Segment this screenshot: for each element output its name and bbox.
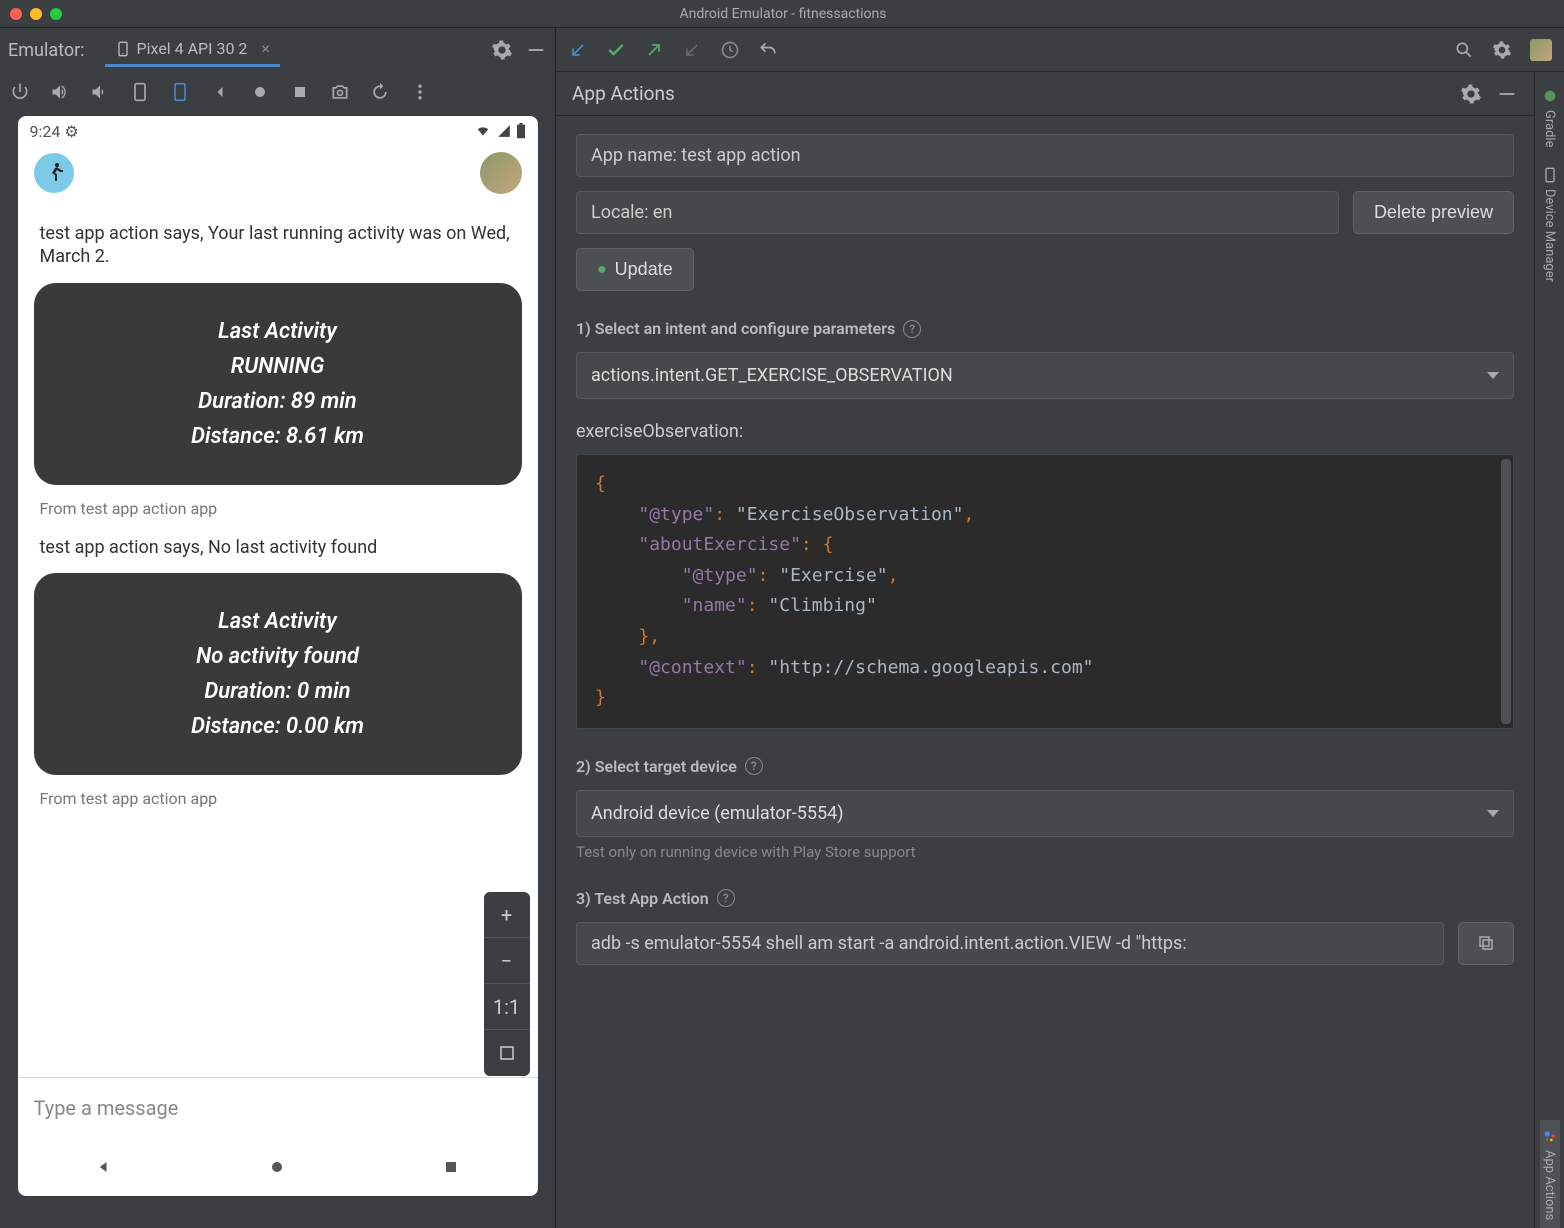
- intent-select[interactable]: actions.intent.GET_EXERCISE_OBSERVATION: [576, 352, 1514, 399]
- window-titlebar: Android Emulator - fitnessactions: [0, 0, 1564, 28]
- activity-card-2: Last Activity No activity found Duration…: [34, 573, 522, 775]
- volume-down-icon[interactable]: [90, 82, 110, 102]
- gradle-icon: [1542, 88, 1558, 104]
- card-distance: Distance: 0.00 km: [52, 714, 504, 739]
- app-actions-panel: App Actions App name: test app action Lo…: [556, 72, 1534, 1228]
- from-app-2: From test app action app: [40, 789, 516, 808]
- emulator-tab[interactable]: Pixel 4 API 30 2 ×: [105, 33, 280, 67]
- history-icon[interactable]: [370, 82, 390, 102]
- card-title: Last Activity: [52, 319, 504, 344]
- battery-icon: [516, 123, 526, 139]
- card-duration: Duration: 0 min: [52, 679, 504, 704]
- runner-icon: [42, 161, 66, 185]
- assistant-text-2: test app action says, No last activity f…: [40, 536, 516, 559]
- panel-title: App Actions: [572, 82, 675, 105]
- rotate-left-icon[interactable]: [130, 82, 150, 102]
- card-distance: Distance: 8.61 km: [52, 424, 504, 449]
- delete-preview-button[interactable]: Delete preview: [1353, 191, 1514, 234]
- zoom-in-button[interactable]: +: [484, 892, 530, 938]
- close-tab-icon[interactable]: ×: [261, 39, 270, 58]
- settings-icon[interactable]: [1492, 40, 1512, 60]
- emulator-toolbar: [0, 72, 555, 112]
- app-icon[interactable]: [34, 153, 74, 193]
- arrow-down-left-icon[interactable]: [568, 40, 588, 60]
- gear-icon[interactable]: [491, 39, 513, 61]
- rail-device-manager[interactable]: Device Manager: [1540, 159, 1560, 290]
- update-button[interactable]: ● Update: [576, 248, 694, 291]
- from-app-1: From test app action app: [40, 499, 516, 518]
- message-input[interactable]: Type a message: [18, 1077, 538, 1138]
- step-3-label: 3) Test App Action ?: [576, 889, 1514, 908]
- chevron-down-icon: [1487, 810, 1499, 817]
- search-icon[interactable]: [1454, 40, 1474, 60]
- side-rail: Gradle Device Manager App Actions: [1534, 72, 1564, 1228]
- rotate-right-icon[interactable]: [170, 82, 190, 102]
- copy-button[interactable]: [1458, 922, 1514, 965]
- emulator-tab-label: Pixel 4 API 30 2: [137, 39, 248, 58]
- copy-icon: [1477, 934, 1495, 952]
- rail-app-actions[interactable]: App Actions: [1540, 1120, 1560, 1228]
- record-icon[interactable]: [250, 82, 270, 102]
- arrow-down-dim-icon: [682, 40, 702, 60]
- activity-card-1: Last Activity RUNNING Duration: 89 min D…: [34, 283, 522, 485]
- camera-icon[interactable]: [330, 82, 350, 102]
- chevron-down-icon: [1487, 372, 1499, 379]
- app-name-input[interactable]: App name: test app action: [576, 134, 1514, 177]
- ide-toolbar: [556, 28, 1564, 72]
- status-bar: 9:24 ⚙: [18, 116, 538, 146]
- profile-avatar[interactable]: [1530, 39, 1552, 61]
- card-duration: Duration: 89 min: [52, 389, 504, 414]
- step-2-label: 2) Select target device ?: [576, 757, 1514, 776]
- arrow-up-right-icon[interactable]: [644, 40, 664, 60]
- step-1-label: 1) Select an intent and configure parame…: [576, 319, 1514, 338]
- locale-input[interactable]: Locale: en: [576, 191, 1339, 234]
- rail-gradle[interactable]: Gradle: [1540, 80, 1560, 155]
- clock-icon[interactable]: [720, 40, 740, 60]
- wifi-icon: [474, 124, 492, 138]
- phone-nav: [18, 1138, 538, 1196]
- json-editor[interactable]: { "@type": "ExerciseObservation", "about…: [576, 454, 1514, 729]
- check-icon: ●: [597, 261, 607, 279]
- scrollbar[interactable]: [1501, 459, 1511, 724]
- avatar[interactable]: [480, 152, 522, 194]
- zoom-controls: + − 1:1: [484, 892, 530, 1076]
- zoom-fit-button[interactable]: [484, 1030, 530, 1076]
- status-time: 9:24: [30, 122, 61, 141]
- nav-back-icon[interactable]: [94, 1157, 114, 1177]
- emulator-panel: Emulator: Pixel 4 API 30 2 ×: [0, 28, 556, 1228]
- card-type: No activity found: [52, 644, 504, 669]
- status-gear-icon: ⚙: [60, 122, 78, 141]
- help-icon[interactable]: ?: [745, 757, 763, 775]
- help-icon[interactable]: ?: [903, 320, 921, 338]
- stop-icon[interactable]: [290, 82, 310, 102]
- zoom-11-button[interactable]: 1:1: [484, 984, 530, 1030]
- nav-home-icon[interactable]: [267, 1157, 287, 1177]
- param-label: exerciseObservation:: [576, 421, 1514, 442]
- panel-minimize-icon[interactable]: [1496, 83, 1518, 105]
- phone-screen[interactable]: 9:24 ⚙ test app action says, Your: [18, 116, 538, 1196]
- card-title: Last Activity: [52, 609, 504, 634]
- nav-recent-icon[interactable]: [441, 1157, 461, 1177]
- emulator-label: Emulator:: [8, 40, 85, 61]
- undo-icon[interactable]: [758, 40, 778, 60]
- panel-gear-icon[interactable]: [1460, 83, 1482, 105]
- assistant-icon: [1542, 1128, 1558, 1144]
- help-icon[interactable]: ?: [717, 889, 735, 907]
- adb-command-input[interactable]: adb -s emulator-5554 shell am start -a a…: [576, 922, 1444, 965]
- card-type: RUNNING: [52, 354, 504, 379]
- back-icon[interactable]: [210, 82, 230, 102]
- device-manager-icon: [1542, 167, 1558, 183]
- assistant-text-1: test app action says, Your last running …: [40, 222, 516, 269]
- window-title: Android Emulator - fitnessactions: [12, 6, 1554, 22]
- volume-up-icon[interactable]: [50, 82, 70, 102]
- phone-icon: [115, 41, 131, 57]
- zoom-out-button[interactable]: −: [484, 938, 530, 984]
- device-select[interactable]: Android device (emulator-5554): [576, 790, 1514, 837]
- power-icon[interactable]: [10, 82, 30, 102]
- device-hint: Test only on running device with Play St…: [576, 843, 1514, 861]
- signal-icon: [496, 124, 512, 138]
- check-icon[interactable]: [606, 40, 626, 60]
- minimize-icon[interactable]: [525, 39, 547, 61]
- more-icon[interactable]: [410, 82, 430, 102]
